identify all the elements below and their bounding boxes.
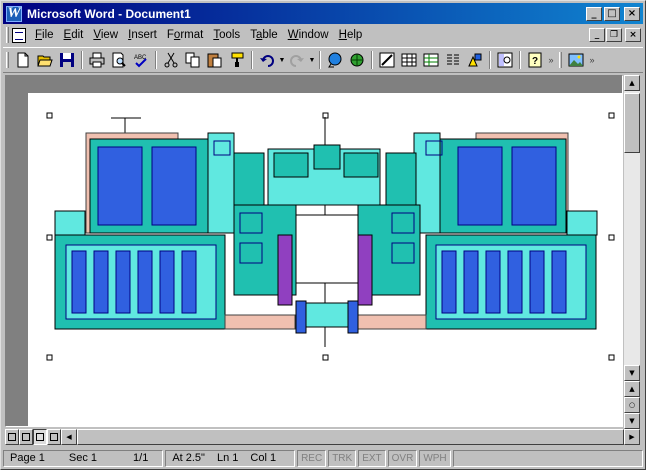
insert-excel-icon[interactable] — [420, 49, 442, 71]
status-ovr[interactable]: OVR — [387, 449, 418, 467]
print-layout-view-button[interactable] — [33, 429, 47, 445]
horizontal-scrollbar-area: ◀ ▶ — [5, 429, 640, 445]
svg-text:?: ? — [532, 56, 538, 67]
word-window: W Microsoft Word - Document1 _ □ × File … — [0, 0, 646, 470]
picture-toolbar-overflow-icon[interactable]: » — [587, 55, 597, 65]
web-toolbar-icon[interactable] — [346, 49, 368, 71]
vertical-scroll-thumb[interactable] — [624, 93, 640, 153]
redo-icon[interactable] — [286, 49, 308, 71]
chip-layout-picture[interactable] — [28, 93, 623, 427]
close-button[interactable]: × — [624, 6, 640, 21]
vertical-scrollbar[interactable]: ▲ ▼ ▲ ○ ▼ — [624, 75, 640, 429]
status-position-info: At 2.5" Ln 1 Col 1 — [165, 449, 296, 467]
horizontal-scroll-track[interactable] — [77, 429, 624, 445]
menu-help[interactable]: Help — [334, 29, 368, 41]
toolbar-separator — [81, 51, 83, 69]
toolbar-separator — [155, 51, 157, 69]
status-line: Ln 1 — [216, 452, 239, 464]
paste-icon[interactable] — [204, 49, 226, 71]
outline-view-button[interactable] — [47, 429, 61, 445]
status-page-count: 1/1 — [133, 452, 149, 464]
standard-toolbar: ABC ▼ ▼ ? » » — [3, 47, 643, 73]
undo-dropdown-icon[interactable]: ▼ — [278, 49, 286, 71]
document-window-controls: _ ❐ × — [588, 28, 643, 42]
status-ext[interactable]: EXT — [358, 449, 386, 467]
menu-file[interactable]: File — [30, 29, 59, 41]
toolbar-separator — [251, 51, 253, 69]
open-icon[interactable] — [34, 49, 56, 71]
maximize-button[interactable]: □ — [604, 6, 620, 21]
status-rec[interactable]: REC — [297, 449, 327, 467]
menu-bar: File Edit View Insert Format Tools Table… — [3, 25, 643, 45]
status-page: Page 1 — [10, 452, 45, 464]
word-app-icon[interactable]: W — [6, 5, 22, 22]
next-page-button[interactable]: ▼ — [624, 413, 640, 429]
drawing-icon[interactable] — [464, 49, 486, 71]
menu-window[interactable]: Window — [283, 29, 334, 41]
document-map-icon[interactable] — [494, 49, 516, 71]
toolbar-separator — [489, 51, 491, 69]
new-icon[interactable] — [12, 49, 34, 71]
toolbar-separator — [371, 51, 373, 69]
copy-icon[interactable] — [182, 49, 204, 71]
hyperlink-icon[interactable] — [324, 49, 346, 71]
picture-icon[interactable] — [565, 49, 587, 71]
menu-grip[interactable] — [6, 27, 9, 43]
menu-format[interactable]: Format — [162, 29, 208, 41]
print-icon[interactable] — [86, 49, 108, 71]
doc-restore-button[interactable]: ❐ — [606, 28, 622, 42]
insert-table-icon[interactable] — [398, 49, 420, 71]
menu-tools[interactable]: Tools — [208, 29, 245, 41]
toolbar-separator — [319, 51, 321, 69]
redo-dropdown-icon[interactable]: ▼ — [308, 49, 316, 71]
web-layout-view-button[interactable] — [19, 429, 33, 445]
scroll-right-button[interactable]: ▶ — [624, 429, 640, 445]
save-icon[interactable] — [56, 49, 78, 71]
tables-borders-icon[interactable] — [376, 49, 398, 71]
normal-view-button[interactable] — [5, 429, 19, 445]
menu-edit[interactable]: Edit — [59, 29, 89, 41]
doc-close-button[interactable]: × — [625, 28, 641, 42]
columns-icon[interactable] — [442, 49, 464, 71]
scroll-left-button[interactable]: ◀ — [61, 429, 77, 445]
toolbar-separator — [519, 51, 521, 69]
picture-toolbar-grip[interactable] — [559, 52, 562, 68]
menu-insert[interactable]: Insert — [123, 29, 162, 41]
select-browse-object-button[interactable]: ○ — [624, 397, 640, 413]
scroll-down-button[interactable]: ▼ — [624, 365, 640, 381]
previous-page-button[interactable]: ▲ — [624, 381, 640, 397]
toolbar-grip[interactable] — [6, 52, 9, 68]
status-section: Sec 1 — [68, 452, 98, 464]
minimize-button[interactable]: _ — [586, 6, 602, 21]
window-title: Microsoft Word - Document1 — [27, 6, 191, 21]
status-column: Col 1 — [250, 452, 277, 464]
title-bar[interactable]: W Microsoft Word - Document1 _ □ × — [3, 3, 643, 24]
menu-table[interactable]: Table — [245, 29, 283, 41]
document-control-icon[interactable] — [12, 27, 26, 43]
help-icon[interactable]: ? — [524, 49, 546, 71]
menu-view[interactable]: View — [88, 29, 123, 41]
status-bar: Page 1 Sec 1 1/1 At 2.5" Ln 1 Col 1 REC … — [3, 448, 643, 468]
print-preview-icon[interactable] — [108, 49, 130, 71]
scroll-up-button[interactable]: ▲ — [624, 75, 640, 91]
format-painter-icon[interactable] — [226, 49, 248, 71]
toolbar-overflow-icon[interactable]: » — [546, 55, 556, 65]
spelling-icon[interactable]: ABC — [130, 49, 152, 71]
document-area[interactable] — [5, 75, 623, 427]
cut-icon[interactable] — [160, 49, 182, 71]
status-at: At 2.5" — [172, 452, 205, 464]
undo-icon[interactable] — [256, 49, 278, 71]
status-trk[interactable]: TRK — [328, 449, 357, 467]
doc-minimize-button[interactable]: _ — [589, 28, 605, 42]
status-page-info: Page 1 Sec 1 1/1 — [3, 449, 164, 467]
status-spacer — [452, 449, 643, 467]
status-wph[interactable]: WPH — [419, 449, 451, 467]
document-page[interactable] — [28, 93, 623, 427]
